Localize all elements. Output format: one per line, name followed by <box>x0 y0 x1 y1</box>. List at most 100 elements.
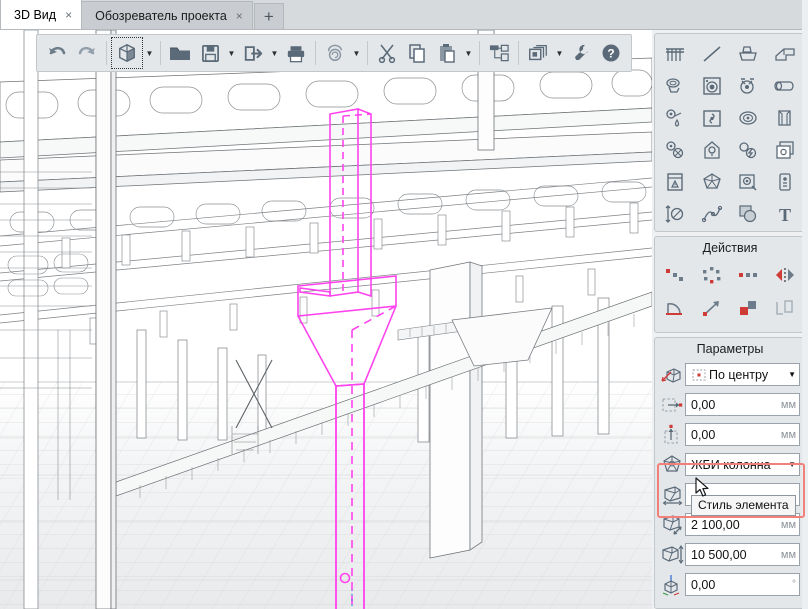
settings-wrench-icon[interactable] <box>566 38 596 68</box>
duct-round-icon[interactable] <box>731 103 765 133</box>
rotation-unit: ° <box>792 579 796 590</box>
layers-icon[interactable] <box>523 38 553 68</box>
offset-vertical-unit: мм <box>780 428 796 441</box>
fire-safety-icon[interactable] <box>658 167 692 197</box>
equipment-icon[interactable] <box>731 39 765 69</box>
svg-text:?: ? <box>607 47 614 61</box>
print-icon[interactable] <box>281 38 311 68</box>
move-icon[interactable] <box>695 293 729 323</box>
toolbar-separator <box>160 41 161 65</box>
fan-unit-icon[interactable] <box>731 71 765 101</box>
refresh-icon[interactable] <box>320 38 350 68</box>
scatter-copy-icon[interactable] <box>658 260 692 290</box>
sewer-icon[interactable] <box>658 135 692 165</box>
radial-array-icon[interactable] <box>695 260 729 290</box>
insertion-point-value: По центру <box>709 367 769 382</box>
copy-icon[interactable] <box>402 38 432 68</box>
element-style-dropdown[interactable]: ЖБИ колонна ▼ <box>685 453 800 476</box>
param-row-offset-vertical: 0,00 мм <box>659 420 800 449</box>
text-tool-icon[interactable]: T <box>768 199 802 229</box>
export-icon[interactable] <box>238 38 268 68</box>
height-value: 10 500,00 <box>691 547 747 562</box>
mirror-icon[interactable] <box>768 260 802 290</box>
project-tree-icon[interactable] <box>484 38 514 68</box>
panel-icon[interactable] <box>768 167 802 197</box>
view-3d-icon[interactable] <box>111 37 143 69</box>
window-scrollbar[interactable] <box>802 0 808 609</box>
align-icon[interactable] <box>768 293 802 323</box>
geodesic-icon[interactable] <box>695 167 729 197</box>
pipe-icon[interactable] <box>768 71 802 101</box>
help-icon[interactable]: ? <box>596 38 626 68</box>
offset-vertical-icon <box>659 422 685 448</box>
washer-icon[interactable] <box>695 71 729 101</box>
tab-3d-view-close-icon[interactable]: × <box>65 9 72 21</box>
anchor-center-icon <box>691 368 706 381</box>
height-icon <box>659 542 685 568</box>
undo-icon[interactable] <box>42 38 72 68</box>
tab-project-browser-label: Обозреватель проекта <box>95 8 227 23</box>
element-style-value: ЖБИ колонна <box>691 457 771 472</box>
save-icon[interactable] <box>195 38 225 68</box>
length-unit: мм <box>780 518 796 531</box>
chevron-down-icon[interactable]: ▼ <box>788 460 796 469</box>
duct-elbow-icon[interactable] <box>768 39 802 69</box>
camera-icon[interactable] <box>731 167 765 197</box>
application-window: 3D Вид × Обозреватель проекта × + ▼ ▼ ▼ … <box>0 0 808 609</box>
rotation-input[interactable]: 0,00 ° <box>685 573 800 596</box>
tab-bar: 3D Вид × Обозреватель проекта × + <box>0 0 808 30</box>
lighting-icon[interactable] <box>695 135 729 165</box>
offset-vertical-value: 0,00 <box>691 427 716 442</box>
new-tab-button[interactable]: + <box>253 3 284 29</box>
view-3d-dropdown-caret[interactable]: ▼ <box>143 38 156 68</box>
line-icon[interactable] <box>695 39 729 69</box>
offset-horizontal-input[interactable]: 0,00 мм <box>685 393 800 416</box>
insertion-point-dropdown[interactable]: По центру ▼ <box>685 363 800 386</box>
electrical-icon[interactable] <box>731 135 765 165</box>
tab-3d-view[interactable]: 3D Вид × <box>0 0 83 29</box>
sanitary-icon[interactable] <box>658 71 692 101</box>
offset-horizontal-unit: мм <box>780 398 796 411</box>
paste-dropdown-caret[interactable]: ▼ <box>462 38 475 68</box>
insertion-point-icon <box>659 362 685 388</box>
height-input[interactable]: 10 500,00 мм <box>685 543 800 566</box>
boolean-shapes-icon[interactable] <box>731 199 765 229</box>
chevron-down-icon[interactable]: ▼ <box>788 370 796 379</box>
rotate-icon[interactable] <box>658 293 692 323</box>
socket-icon[interactable] <box>768 135 802 165</box>
tab-project-browser-close-icon[interactable]: × <box>236 10 243 22</box>
tab-project-browser[interactable]: Обозреватель проекта × <box>81 1 253 29</box>
redo-icon[interactable] <box>72 38 102 68</box>
ventilation-icon[interactable] <box>695 103 729 133</box>
railing-icon[interactable] <box>658 39 692 69</box>
rotation-icon <box>659 572 685 598</box>
spline-icon[interactable] <box>695 199 729 229</box>
duct-rect-icon[interactable] <box>768 103 802 133</box>
toolbar-separator <box>518 41 519 65</box>
layers-dropdown-caret[interactable]: ▼ <box>553 38 566 68</box>
rotation-value: 0,00 <box>691 577 716 592</box>
linear-array-icon[interactable] <box>731 260 765 290</box>
element-style-icon <box>659 452 685 478</box>
toolbar-separator <box>479 41 480 65</box>
param-row-rotation: 0,00 ° <box>659 570 800 599</box>
open-folder-icon[interactable] <box>165 38 195 68</box>
param-row-element-style: ЖБИ колонна ▼ <box>659 450 800 479</box>
length-input[interactable]: 2 100,00 мм <box>685 513 800 536</box>
water-supply-icon[interactable] <box>658 103 692 133</box>
toolbar-separator <box>315 41 316 65</box>
save-dropdown-caret[interactable]: ▼ <box>225 38 238 68</box>
tab-3d-view-label: 3D Вид <box>14 7 57 22</box>
export-dropdown-caret[interactable]: ▼ <box>268 38 281 68</box>
scale-icon[interactable] <box>731 293 765 323</box>
actions-panel: Действия <box>654 236 806 333</box>
paste-icon[interactable] <box>432 38 462 68</box>
cut-icon[interactable] <box>372 38 402 68</box>
toolbar-separator <box>367 41 368 65</box>
3d-model-viewport[interactable] <box>0 30 652 609</box>
offset-vertical-input[interactable]: 0,00 мм <box>685 423 800 446</box>
refresh-dropdown-caret[interactable]: ▼ <box>350 38 363 68</box>
width-icon <box>659 482 685 508</box>
dimension-icon[interactable] <box>658 199 692 229</box>
parameters-panel-title: Параметры <box>696 342 764 356</box>
